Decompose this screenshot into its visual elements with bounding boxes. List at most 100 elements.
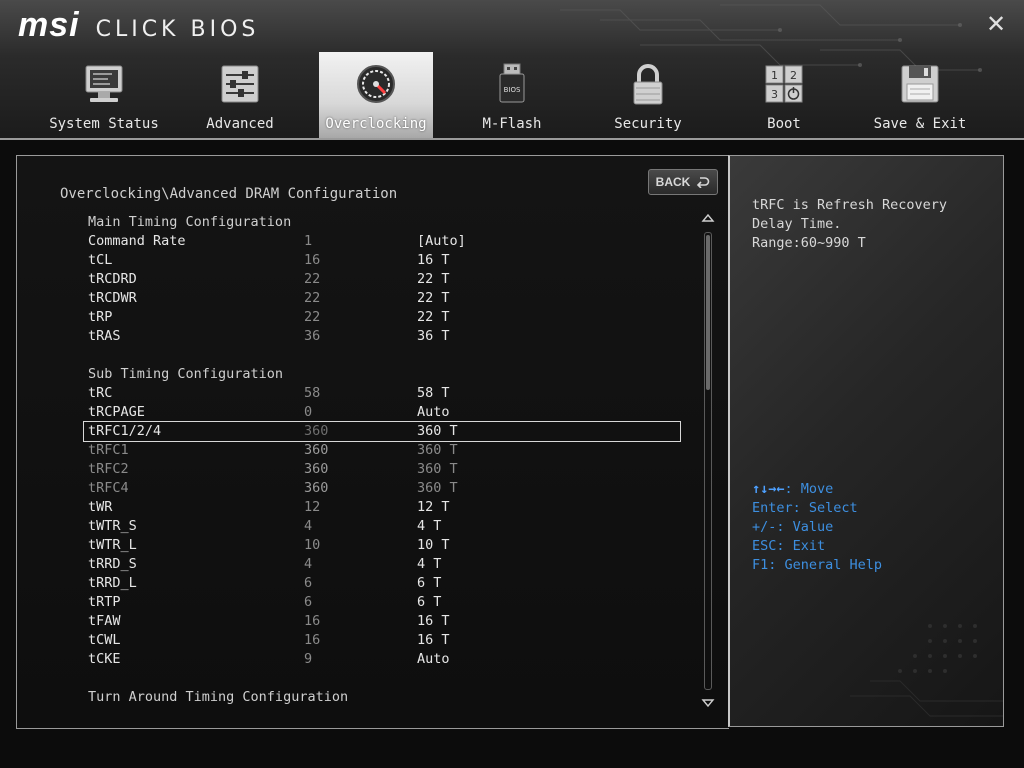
- scroll-down-icon[interactable]: [701, 696, 715, 710]
- setting-row[interactable]: tRRD_S 4 4 T: [88, 555, 688, 574]
- setting-current-value: 16: [304, 252, 321, 268]
- scroll-up-icon[interactable]: [701, 211, 715, 225]
- setting-row[interactable]: tRCPAGE 0 Auto: [88, 403, 688, 422]
- setting-name: tRCDRD: [88, 271, 137, 287]
- close-icon[interactable]: ✕: [984, 12, 1008, 36]
- key-select: Enter: Select: [752, 500, 858, 516]
- setting-current-value: 360: [304, 461, 329, 477]
- app-title: CLICK BIOS: [95, 17, 260, 42]
- setting-value[interactable]: 4 T: [417, 517, 441, 536]
- setting-name: tRFC1: [88, 442, 129, 458]
- header-bar: msi CLICK BIOS ✕ System Status Advanced: [0, 0, 1024, 140]
- setting-current-value: 22: [304, 290, 321, 306]
- tab-overclocking[interactable]: Overclocking: [319, 52, 433, 138]
- setting-row[interactable]: tRC 58 58 T: [88, 384, 688, 403]
- setting-name: Command Rate: [88, 233, 186, 249]
- setting-current-value: 360: [304, 423, 329, 439]
- setting-row[interactable]: tRAS 36 36 T: [88, 327, 688, 346]
- setting-row[interactable]: tWTR_S 4 4 T: [88, 517, 688, 536]
- setting-current-value: 0: [304, 404, 313, 420]
- setting-row[interactable]: tCWL 16 16 T: [88, 631, 688, 650]
- svg-text:3: 3: [771, 88, 778, 101]
- setting-name: tRFC4: [88, 480, 129, 496]
- back-label: BACK: [655, 175, 691, 189]
- key-move: ↑↓→←: Move: [752, 480, 882, 499]
- setting-name: tRC: [88, 385, 113, 401]
- setting-value[interactable]: 16 T: [417, 631, 450, 650]
- setting-value[interactable]: 4 T: [417, 555, 441, 574]
- back-button[interactable]: BACK: [648, 169, 718, 195]
- tab-m-flash[interactable]: BIOS M-Flash: [444, 52, 580, 138]
- setting-value[interactable]: [Auto]: [417, 232, 466, 251]
- header-divider: [0, 138, 1024, 140]
- setting-row[interactable]: tRRD_L 6 6 T: [88, 574, 688, 593]
- setting-current-value: 58: [304, 385, 321, 401]
- key-move-label: : Move: [784, 481, 834, 497]
- tab-advanced[interactable]: Advanced: [172, 52, 308, 138]
- setting-name: tCL: [88, 252, 113, 268]
- setting-name: tRFC1/2/4: [88, 423, 162, 439]
- setting-row[interactable]: tWR 12 12 T: [88, 498, 688, 517]
- setting-row[interactable]: tRCDWR 22 22 T: [88, 289, 688, 308]
- tab-label: Overclocking: [325, 116, 427, 132]
- tab-label: Save & Exit: [873, 116, 967, 132]
- setting-current-value: 4: [304, 518, 313, 534]
- setting-value[interactable]: 16 T: [417, 251, 450, 270]
- setting-current-value: 36: [304, 328, 321, 344]
- scrollbar[interactable]: [704, 232, 712, 690]
- setting-name: tRFC2: [88, 461, 129, 477]
- setting-value[interactable]: 6 T: [417, 574, 441, 593]
- setting-value[interactable]: 6 T: [417, 593, 441, 612]
- setting-current-value: 360: [304, 442, 329, 458]
- setting-row[interactable]: tWTR_L 10 10 T: [88, 536, 688, 555]
- setting-current-value: 6: [304, 594, 313, 610]
- section-title: Turn Around Timing Configuration: [88, 689, 349, 705]
- setting-current-value: 16: [304, 613, 321, 629]
- setting-name: tRP: [88, 309, 113, 325]
- setting-row[interactable]: tFAW 16 16 T: [88, 612, 688, 631]
- tab-save-exit[interactable]: Save & Exit: [852, 52, 988, 138]
- setting-row[interactable]: tRCDRD 22 22 T: [88, 270, 688, 289]
- svg-text:1: 1: [771, 69, 778, 82]
- help-panel: tRFC is Refresh Recovery Delay Time. Ran…: [728, 155, 1004, 727]
- setting-value: 360 T: [417, 461, 458, 477]
- key-general-help: F1: General Help: [752, 557, 883, 573]
- tab-system-status[interactable]: System Status: [36, 52, 172, 138]
- sliders-icon: [221, 65, 259, 103]
- setting-row[interactable]: Command Rate 1 [Auto]: [88, 232, 688, 251]
- setting-value[interactable]: Auto: [417, 403, 450, 422]
- setting-value[interactable]: Auto: [417, 650, 450, 669]
- setting-name: tFAW: [88, 613, 121, 629]
- setting-value[interactable]: 58 T: [417, 384, 450, 403]
- setting-current-value: 360: [304, 480, 329, 496]
- setting-row[interactable]: tCL 16 16 T: [88, 251, 688, 270]
- setting-value[interactable]: 22 T: [417, 308, 450, 327]
- arrow-keys-icon: ↑↓→←: [752, 481, 785, 497]
- setting-value[interactable]: 22 T: [417, 289, 450, 308]
- setting-value: 360 T: [417, 442, 458, 458]
- setting-row[interactable]: tRFC1/2/4 360 360 T: [83, 421, 681, 442]
- setting-value[interactable]: 36 T: [417, 327, 450, 346]
- setting-name: tCKE: [88, 651, 121, 667]
- setting-value[interactable]: 22 T: [417, 270, 450, 289]
- setting-value[interactable]: 12 T: [417, 498, 450, 517]
- setting-value[interactable]: 10 T: [417, 536, 450, 555]
- setting-current-value: 22: [304, 309, 321, 325]
- setting-current-value: 4: [304, 556, 313, 572]
- tab-security[interactable]: Security: [580, 52, 716, 138]
- setting-row[interactable]: tRTP 6 6 T: [88, 593, 688, 612]
- help-description: tRFC is Refresh Recovery Delay Time. Ran…: [752, 197, 948, 251]
- section-title: Main Timing Configuration: [88, 214, 292, 230]
- tab-boot[interactable]: 1 2 3 Boot: [716, 52, 852, 138]
- setting-row[interactable]: tRP 22 22 T: [88, 308, 688, 327]
- scrollbar-thumb[interactable]: [706, 235, 710, 390]
- setting-value[interactable]: 16 T: [417, 612, 450, 631]
- setting-row[interactable]: tCKE 9 Auto: [88, 650, 688, 669]
- settings-list: Main Timing Configuration Command Rate 1 [A…: [83, 213, 688, 707]
- setting-name: tRTP: [88, 594, 121, 610]
- section-header: Turn Around Timing Configuration: [88, 688, 688, 707]
- setting-name: tRAS: [88, 328, 121, 344]
- svg-text:BIOS: BIOS: [504, 86, 521, 94]
- gauge-icon: [357, 65, 395, 103]
- setting-value[interactable]: 360 T: [417, 422, 458, 441]
